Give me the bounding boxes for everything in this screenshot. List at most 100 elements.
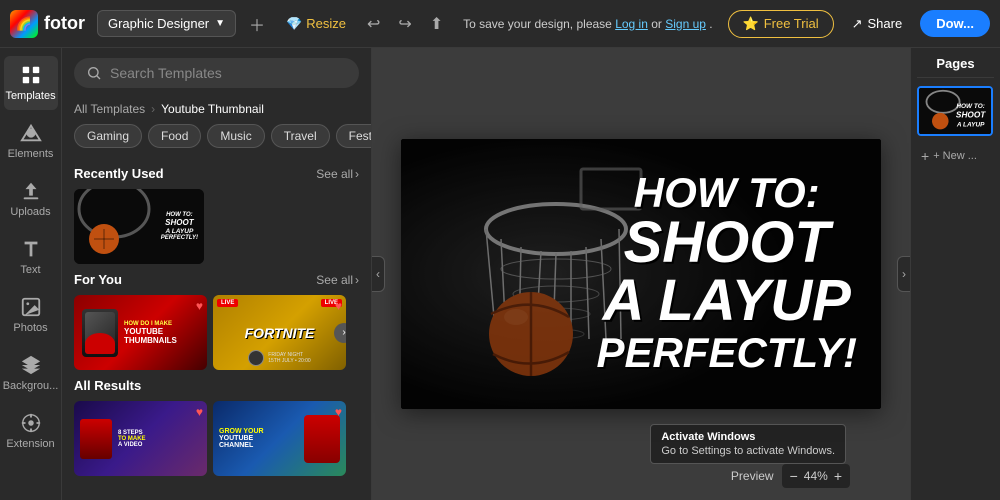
app-logo: 🌈 fotor (10, 10, 85, 38)
svg-text:HOW TO:: HOW TO: (956, 103, 985, 110)
search-bar (62, 48, 371, 98)
sidebar-item-extension-label: Extension (6, 438, 54, 450)
login-link[interactable]: Log in (615, 17, 648, 31)
favorite-icon-2: ♥ (335, 299, 342, 313)
logo-text: fotor (44, 13, 85, 34)
for-you-template-1[interactable]: HOW DO I MAKE YOUTUBE THUMBNAILS ♥ (74, 295, 207, 370)
add-page-button[interactable]: + + New ... (917, 144, 994, 168)
sidebar-item-background[interactable]: Backgrou... (4, 346, 58, 400)
graphic-designer-button[interactable]: Graphic Designer ▼ (97, 10, 236, 37)
sidebar-item-elements[interactable]: Elements (4, 114, 58, 168)
chip-music[interactable]: Music (207, 124, 264, 148)
layers-icon (20, 354, 42, 376)
breadcrumb-arrow: › (151, 102, 155, 116)
all-result-2[interactable]: GROW YOUR YOUTUBE CHANNEL ♥ (213, 401, 346, 476)
undo-button[interactable]: ↩ (362, 9, 385, 39)
breadcrumb: All Templates › Youtube Thumbnail (62, 98, 371, 124)
recent-template-bball[interactable]: HOW TO: SHOOT A LAYUP PERFECTLY! (74, 189, 204, 264)
shapes-icon (20, 122, 42, 144)
zoom-controls: − 44% + (782, 464, 850, 488)
share-button[interactable]: ↗ Share (842, 11, 913, 37)
page-1-thumbnail[interactable]: HOW TO: SHOOT A LAYUP (917, 86, 993, 136)
sidebar-item-elements-label: Elements (8, 148, 54, 160)
recently-used-title: Recently Used (74, 166, 164, 181)
pages-panel: Pages HOW TO: SHOOT A LAYUP + + New ... (910, 48, 1000, 500)
canvas-frame: HOW TO: SHOOT A LAYUP PERFECTLY! (401, 139, 881, 409)
all-results-title: All Results (74, 378, 141, 393)
all-results-header: All Results (74, 378, 359, 393)
redo-button[interactable]: ↪ (393, 9, 416, 39)
recently-used-see-all[interactable]: See all › (316, 167, 359, 181)
main-area: Templates Elements Uploads Text Photos B… (0, 48, 1000, 500)
sidebar-item-text[interactable]: Text (4, 230, 58, 284)
activate-windows-notice: Activate Windows Go to Settings to activ… (650, 424, 846, 464)
favorite-icon-3: ♥ (196, 405, 203, 419)
for-you-title: For You (74, 272, 122, 287)
save-message: To save your design, please Log in or Si… (456, 17, 719, 31)
all-result-1[interactable]: 8 STEPS TO MAKE A VIDEO ♥ (74, 401, 207, 476)
text-icon (20, 238, 42, 260)
sidebar-item-background-label: Backgrou... (3, 380, 59, 392)
chip-food[interactable]: Food (148, 124, 201, 148)
grid-icon (20, 64, 42, 86)
templates-panel: All Templates › Youtube Thumbnail Gaming… (62, 48, 372, 500)
search-icon (86, 65, 102, 81)
for-you-header: For You See all › (74, 272, 359, 287)
chip-gaming[interactable]: Gaming (74, 124, 142, 148)
preview-button[interactable]: Preview (731, 469, 774, 483)
canvas-bottom-bar: Preview − 44% + (731, 464, 850, 488)
recently-used-grid: HOW TO: SHOOT A LAYUP PERFECTLY! (74, 189, 359, 264)
recently-used-header: Recently Used See all › (74, 166, 359, 181)
sidebar-item-text-label: Text (20, 264, 40, 276)
zoom-out-button[interactable]: − (790, 468, 798, 484)
for-you-see-all[interactable]: See all › (316, 273, 359, 287)
zoom-in-button[interactable]: + (834, 468, 842, 484)
panel-content: Recently Used See all › (62, 158, 371, 500)
sidebar-item-photos-label: Photos (13, 322, 47, 334)
upload-button[interactable]: ⬆ (425, 9, 448, 39)
canvas-text-line3: A LAYUP (596, 272, 857, 330)
sidebar-item-templates-label: Templates (5, 90, 55, 102)
all-results-grid: 8 STEPS TO MAKE A VIDEO ♥ GROW YOUR YOUT… (74, 401, 359, 476)
logo-icon: 🌈 (10, 10, 38, 38)
zoom-value: 44% (804, 469, 828, 483)
svg-text:A LAYUP: A LAYUP (956, 122, 985, 129)
for-you-template-2[interactable]: LIVE LIVE FORTNITE FRIDAY NIGHT15TH JULY… (213, 295, 346, 370)
free-trial-button[interactable]: ⭐ Free Trial (728, 10, 834, 38)
chip-travel[interactable]: Travel (271, 124, 330, 148)
topbar: 🌈 fotor Graphic Designer ▼ ＋ 💎 Resize ↩ … (0, 0, 1000, 48)
search-input[interactable] (110, 65, 347, 81)
add-button[interactable]: ＋ (244, 7, 270, 41)
resize-button[interactable]: 💎 Resize (278, 11, 354, 37)
resize-icon: 💎 (286, 16, 302, 32)
sidebar-item-templates[interactable]: Templates (4, 56, 58, 110)
sidebar-item-photos[interactable]: Photos (4, 288, 58, 342)
canvas-text-line2: SHOOT (596, 214, 857, 272)
canvas-text-overlay: HOW TO: SHOOT A LAYUP PERFECTLY! (596, 172, 857, 376)
sidebar-item-extension[interactable]: Extension (4, 404, 58, 458)
icon-nav: Templates Elements Uploads Text Photos B… (0, 48, 62, 500)
signup-link[interactable]: Sign up (665, 17, 706, 31)
collapse-panel-left-button[interactable]: ‹ (372, 256, 385, 292)
download-button[interactable]: Dow... (920, 10, 990, 37)
canvas-area: ‹ (372, 48, 910, 500)
canvas-text-line1: HOW TO: (596, 172, 857, 214)
page-thumb-svg: HOW TO: SHOOT A LAYUP (919, 88, 991, 134)
filter-chips: Gaming Food Music Travel Festi... (62, 124, 371, 158)
sidebar-item-uploads[interactable]: Uploads (4, 172, 58, 226)
extension-icon (20, 412, 42, 434)
search-input-wrap (74, 58, 359, 88)
chevron-down-icon: ▼ (215, 18, 225, 29)
favorite-icon-4: ♥ (335, 405, 342, 419)
breadcrumb-root[interactable]: All Templates (74, 102, 145, 116)
breadcrumb-current: Youtube Thumbnail (161, 102, 264, 116)
favorite-icon-1: ♥ (196, 299, 203, 313)
upload-icon (20, 180, 42, 202)
collapse-panel-right-button[interactable]: › (897, 256, 910, 292)
page-1-preview: HOW TO: SHOOT A LAYUP (919, 88, 991, 134)
graphic-designer-label: Graphic Designer (108, 16, 209, 31)
chip-festi[interactable]: Festi... (336, 124, 371, 148)
canvas-text-line4: PERFECTLY! (596, 330, 857, 376)
svg-text:SHOOT: SHOOT (956, 110, 986, 119)
canvas-image: HOW TO: SHOOT A LAYUP PERFECTLY! (401, 139, 881, 409)
